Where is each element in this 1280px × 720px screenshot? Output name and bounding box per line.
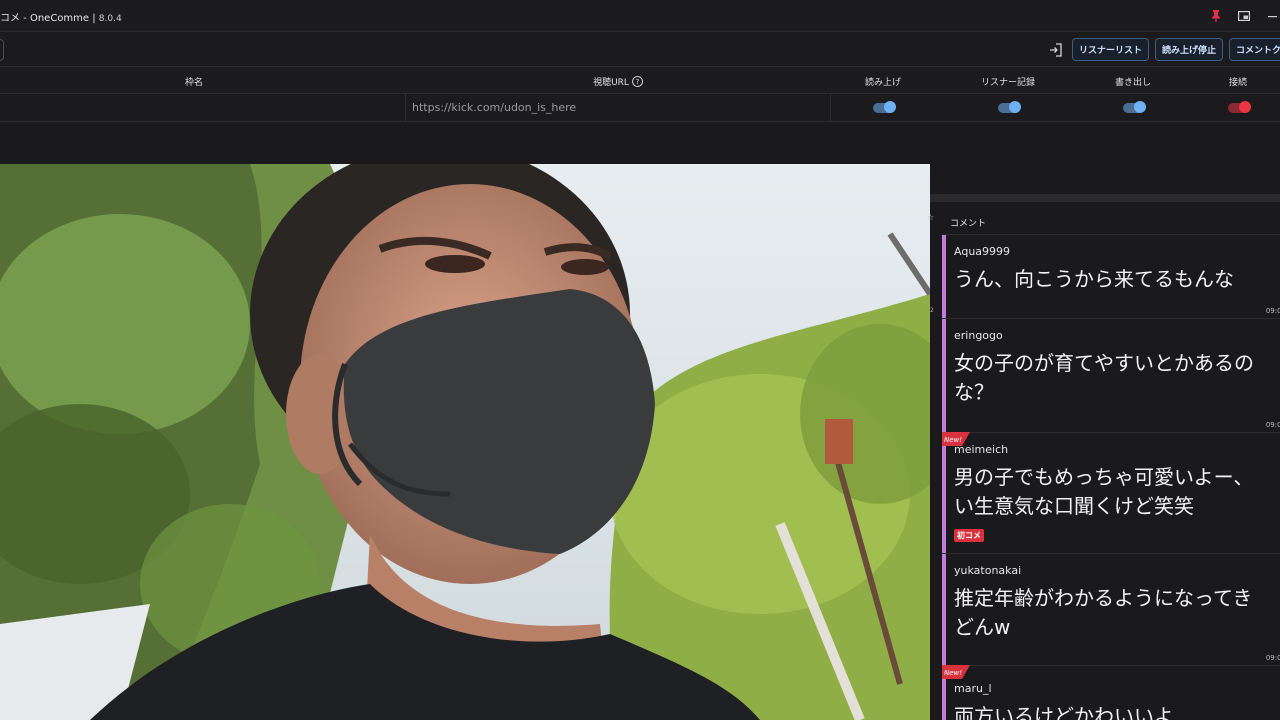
picture-in-picture-icon[interactable] <box>1236 8 1252 24</box>
comment-line: 男の子でもめっちゃ可愛いよー、 <box>954 465 1254 489</box>
header-connect: 接続 <box>1229 75 1247 88</box>
comment-text: 女の子のが育てやすいとかあるの な？ <box>954 349 1280 407</box>
header-listener-log-label: リスナー記録 <box>980 78 1036 88</box>
comment-author: maru_l <box>954 682 992 695</box>
comment-text: 両方いるけどかわいいよ <box>954 702 1280 720</box>
read-toggle[interactable] <box>873 101 896 113</box>
header-read: 読み上げ <box>865 75 901 88</box>
cell-divider <box>405 94 406 122</box>
window-title: コメ - OneComme | 8.0.4 <box>0 9 122 24</box>
comment-line: どんw <box>954 615 1011 639</box>
table-header: 枠名 視聴URL ? 読み上げ リスナー記録 書き出し 接続 <box>0 67 1280 94</box>
comment-author: Aqua9999 <box>954 245 1011 258</box>
header-listener-log: リスナー記録 <box>981 75 1035 88</box>
comment-accent-bar <box>942 554 946 665</box>
star-icon[interactable]: ☆ <box>927 213 934 222</box>
title-bar: コメ - OneComme | 8.0.4 <box>0 0 1280 32</box>
header-connect-label: 接続 <box>1228 78 1248 88</box>
comment-text: 男の子でもめっちゃ可愛いよー、 い生意気な口聞くけど笑笑 <box>954 463 1280 521</box>
new-ribbon-label: New! <box>944 669 962 677</box>
new-ribbon-icon: New! <box>942 665 970 679</box>
comment-line: 推定年齢がわかるようになってき <box>954 586 1253 610</box>
app-version: 8.0.4 <box>98 14 122 24</box>
app-name: コメ - OneComme <box>0 13 90 24</box>
comment-text: 推定年齢がわかるようになってき どんw <box>954 584 1280 642</box>
video-image <box>0 164 930 720</box>
listener-list-button[interactable]: リスナーリスト <box>1072 38 1149 61</box>
stop-reading-button[interactable]: 読み上げ停止 <box>1155 38 1223 61</box>
title-separator: | <box>89 13 99 24</box>
header-export-label: 書き出し <box>1114 78 1152 88</box>
comment-clear-button[interactable]: コメントク <box>1229 38 1280 61</box>
empty-area <box>0 122 1280 164</box>
cell-divider <box>830 94 831 122</box>
window-controls <box>1208 8 1280 24</box>
toggle-knob <box>1009 101 1021 113</box>
header-url-label: 視聴URL <box>593 78 629 88</box>
first-comment-badge: 初コメ <box>954 529 984 542</box>
url-field[interactable]: https://kick.com/udon_is_here <box>412 101 576 114</box>
comment-line: い生意気な口聞くけど笑笑 <box>954 494 1194 518</box>
comment-item[interactable]: eringogo 女の子のが育てやすいとかあるの な？ 09:08 <box>942 319 1280 433</box>
comment-accent-bar <box>942 433 946 553</box>
comment-author: yukatonakai <box>954 564 1022 577</box>
comment-line: 女の子のが育てやすいとかあるの <box>954 351 1254 375</box>
comment-column-header: コメント <box>942 208 1280 235</box>
comment-text: うん、向こうから来てるもんな <box>954 265 1280 294</box>
panel-divider <box>930 194 1280 202</box>
comment-author: meimeich <box>954 443 1009 456</box>
comment-item[interactable]: Aqua9999 うん、向こうから来てるもんな 09:08 <box>942 235 1280 319</box>
comment-time: 09:08 <box>1265 307 1280 315</box>
comment-accent-bar <box>942 235 946 318</box>
toggle-knob <box>1239 101 1251 113</box>
export-toggle[interactable] <box>1123 101 1146 113</box>
comment-time: 09:08 <box>1265 421 1280 429</box>
comment-line: うん、向こうから来てるもんな <box>954 267 1234 291</box>
comment-panel: ☆ 2 コメント Aqua9999 うん、向こうから来てるもんな 09:08 e… <box>927 164 1280 720</box>
header-read-label: 読み上げ <box>864 78 902 88</box>
help-icon[interactable]: ? <box>631 76 643 87</box>
pin-icon[interactable] <box>1208 8 1224 24</box>
comment-item[interactable]: New! maru_l 両方いるけどかわいいよ <box>942 665 1280 720</box>
comment-line: 両方いるけどかわいいよ <box>954 704 1174 720</box>
comment-time: 09:08 <box>1265 654 1280 662</box>
toggle-knob <box>1134 101 1146 113</box>
header-frame-name-label: 枠名 <box>184 78 204 88</box>
comment-item[interactable]: yukatonakai 推定年齢がわかるようになってき どんw 09:08 <box>942 554 1280 666</box>
side-number: 2 <box>930 307 934 314</box>
comment-author: eringogo <box>954 329 1003 342</box>
left-control[interactable] <box>0 39 4 61</box>
video-frame <box>0 164 930 720</box>
table-row: https://kick.com/udon_is_here <box>0 94 1280 122</box>
minimize-icon[interactable] <box>1264 8 1280 24</box>
header-frame-name: 枠名 <box>185 75 203 88</box>
comment-item[interactable]: New! meimeich 男の子でもめっちゃ可愛いよー、 い生意気な口聞くけど… <box>942 432 1280 554</box>
comment-line: な？ <box>954 380 994 404</box>
header-url: 視聴URL ? <box>593 75 643 88</box>
header-export: 書き出し <box>1115 75 1151 88</box>
connect-toggle[interactable] <box>1228 101 1251 113</box>
comment-column-label: コメント <box>950 219 987 229</box>
comment-accent-bar <box>942 319 946 432</box>
toolbar: リスナーリスト 読み上げ停止 コメントク <box>0 33 1280 67</box>
listener-log-toggle[interactable] <box>998 101 1021 113</box>
toggle-knob <box>884 101 896 113</box>
login-icon[interactable] <box>1047 41 1065 59</box>
